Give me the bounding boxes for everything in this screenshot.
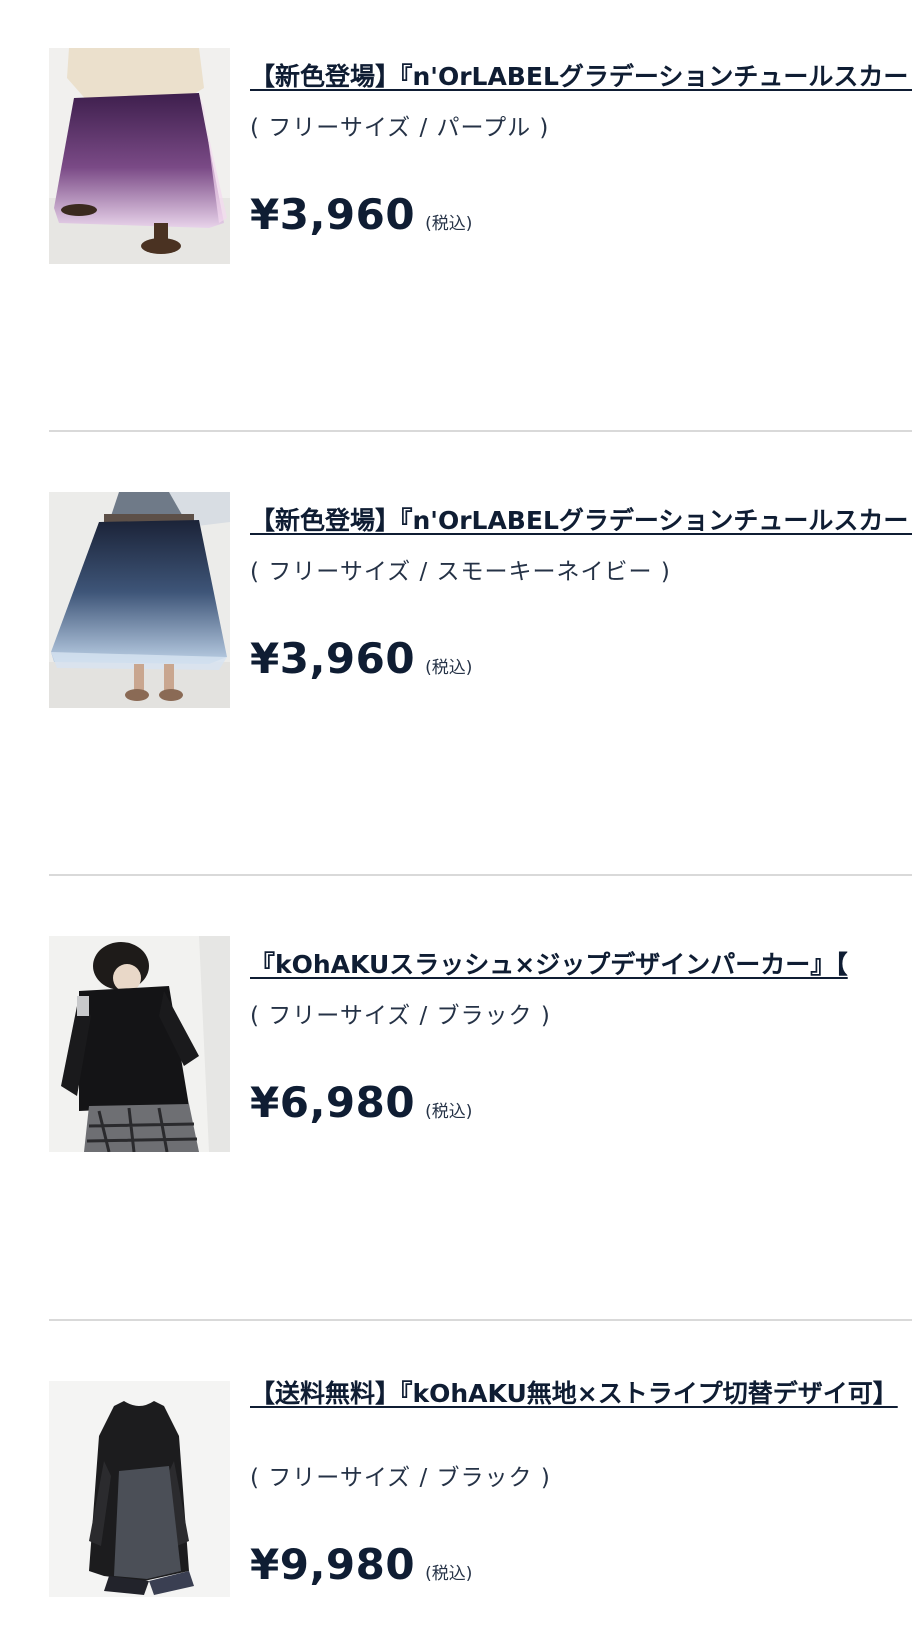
product-image[interactable] <box>49 48 230 264</box>
tax-included-label: (税込) <box>425 1564 473 1584</box>
product-price: ¥3,960 <box>250 190 416 239</box>
product-image[interactable] <box>49 1381 230 1597</box>
black-dress-image <box>49 1381 230 1597</box>
navy-tulle-skirt-image <box>49 492 230 708</box>
product-variant: ( フリーサイズ / スモーキーネイビー ) <box>250 559 671 585</box>
product-price: ¥9,980 <box>250 1540 416 1589</box>
product-image[interactable] <box>49 936 230 1152</box>
product-title-link[interactable]: 【新色登場】『n'OrLABELグラデーションチュールスカート』 <box>250 61 912 92</box>
product-title-link[interactable]: 『kOhAKUスラッシュ×ジップデザインパーカー』【 <box>250 949 912 980</box>
black-hoodie-image <box>49 936 230 1152</box>
price-row: ¥9,980 (税込) <box>250 1540 472 1589</box>
product-variant: ( フリーサイズ / パープル ) <box>250 115 550 141</box>
purple-tulle-skirt-image <box>49 48 230 264</box>
tax-included-label: (税込) <box>425 658 473 678</box>
product-price: ¥3,960 <box>250 634 416 683</box>
price-row: ¥6,980 (税込) <box>250 1078 472 1127</box>
product-variant: ( フリーサイズ / ブラック ) <box>250 1003 551 1029</box>
item-divider <box>49 430 912 432</box>
tax-included-label: (税込) <box>425 214 473 234</box>
tax-included-label: (税込) <box>425 1102 473 1122</box>
product-title-link[interactable]: 【送料無料】『kOhAKU無地×ストライプ切替デザイ可】 <box>250 1378 912 1440</box>
product-image[interactable] <box>49 492 230 708</box>
item-divider <box>49 1319 912 1321</box>
product-variant: ( フリーサイズ / ブラック ) <box>250 1465 551 1491</box>
cart-item-list: 【新色登場】『n'OrLABELグラデーションチュールスカート』 ( フリーサイ… <box>0 0 912 1640</box>
item-divider <box>49 874 912 876</box>
price-row: ¥3,960 (税込) <box>250 190 472 239</box>
product-price: ¥6,980 <box>250 1078 416 1127</box>
price-row: ¥3,960 (税込) <box>250 634 472 683</box>
product-title-link[interactable]: 【新色登場】『n'OrLABELグラデーションチュールスカート』 <box>250 505 912 536</box>
